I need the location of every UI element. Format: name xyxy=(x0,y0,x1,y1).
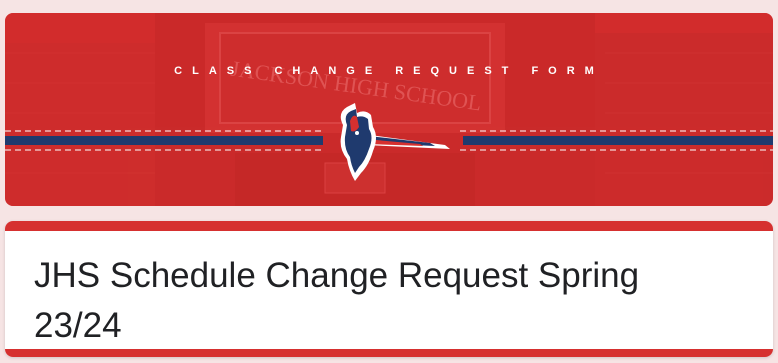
card-accent-bottom xyxy=(5,349,773,357)
form-title: JHS Schedule Change Request Spring 23/24 xyxy=(34,256,640,345)
header-banner: JACKSON HIGH SCHOOL CLASS CHANGE REQUEST… xyxy=(5,13,773,206)
banner-title: CLASS CHANGE REQUEST FORM xyxy=(174,65,604,77)
form-title-card: JHS Schedule Change Request Spring 23/24 xyxy=(5,221,773,357)
header-background: JACKSON HIGH SCHOOL xyxy=(5,13,773,206)
card-accent-top xyxy=(5,221,773,231)
